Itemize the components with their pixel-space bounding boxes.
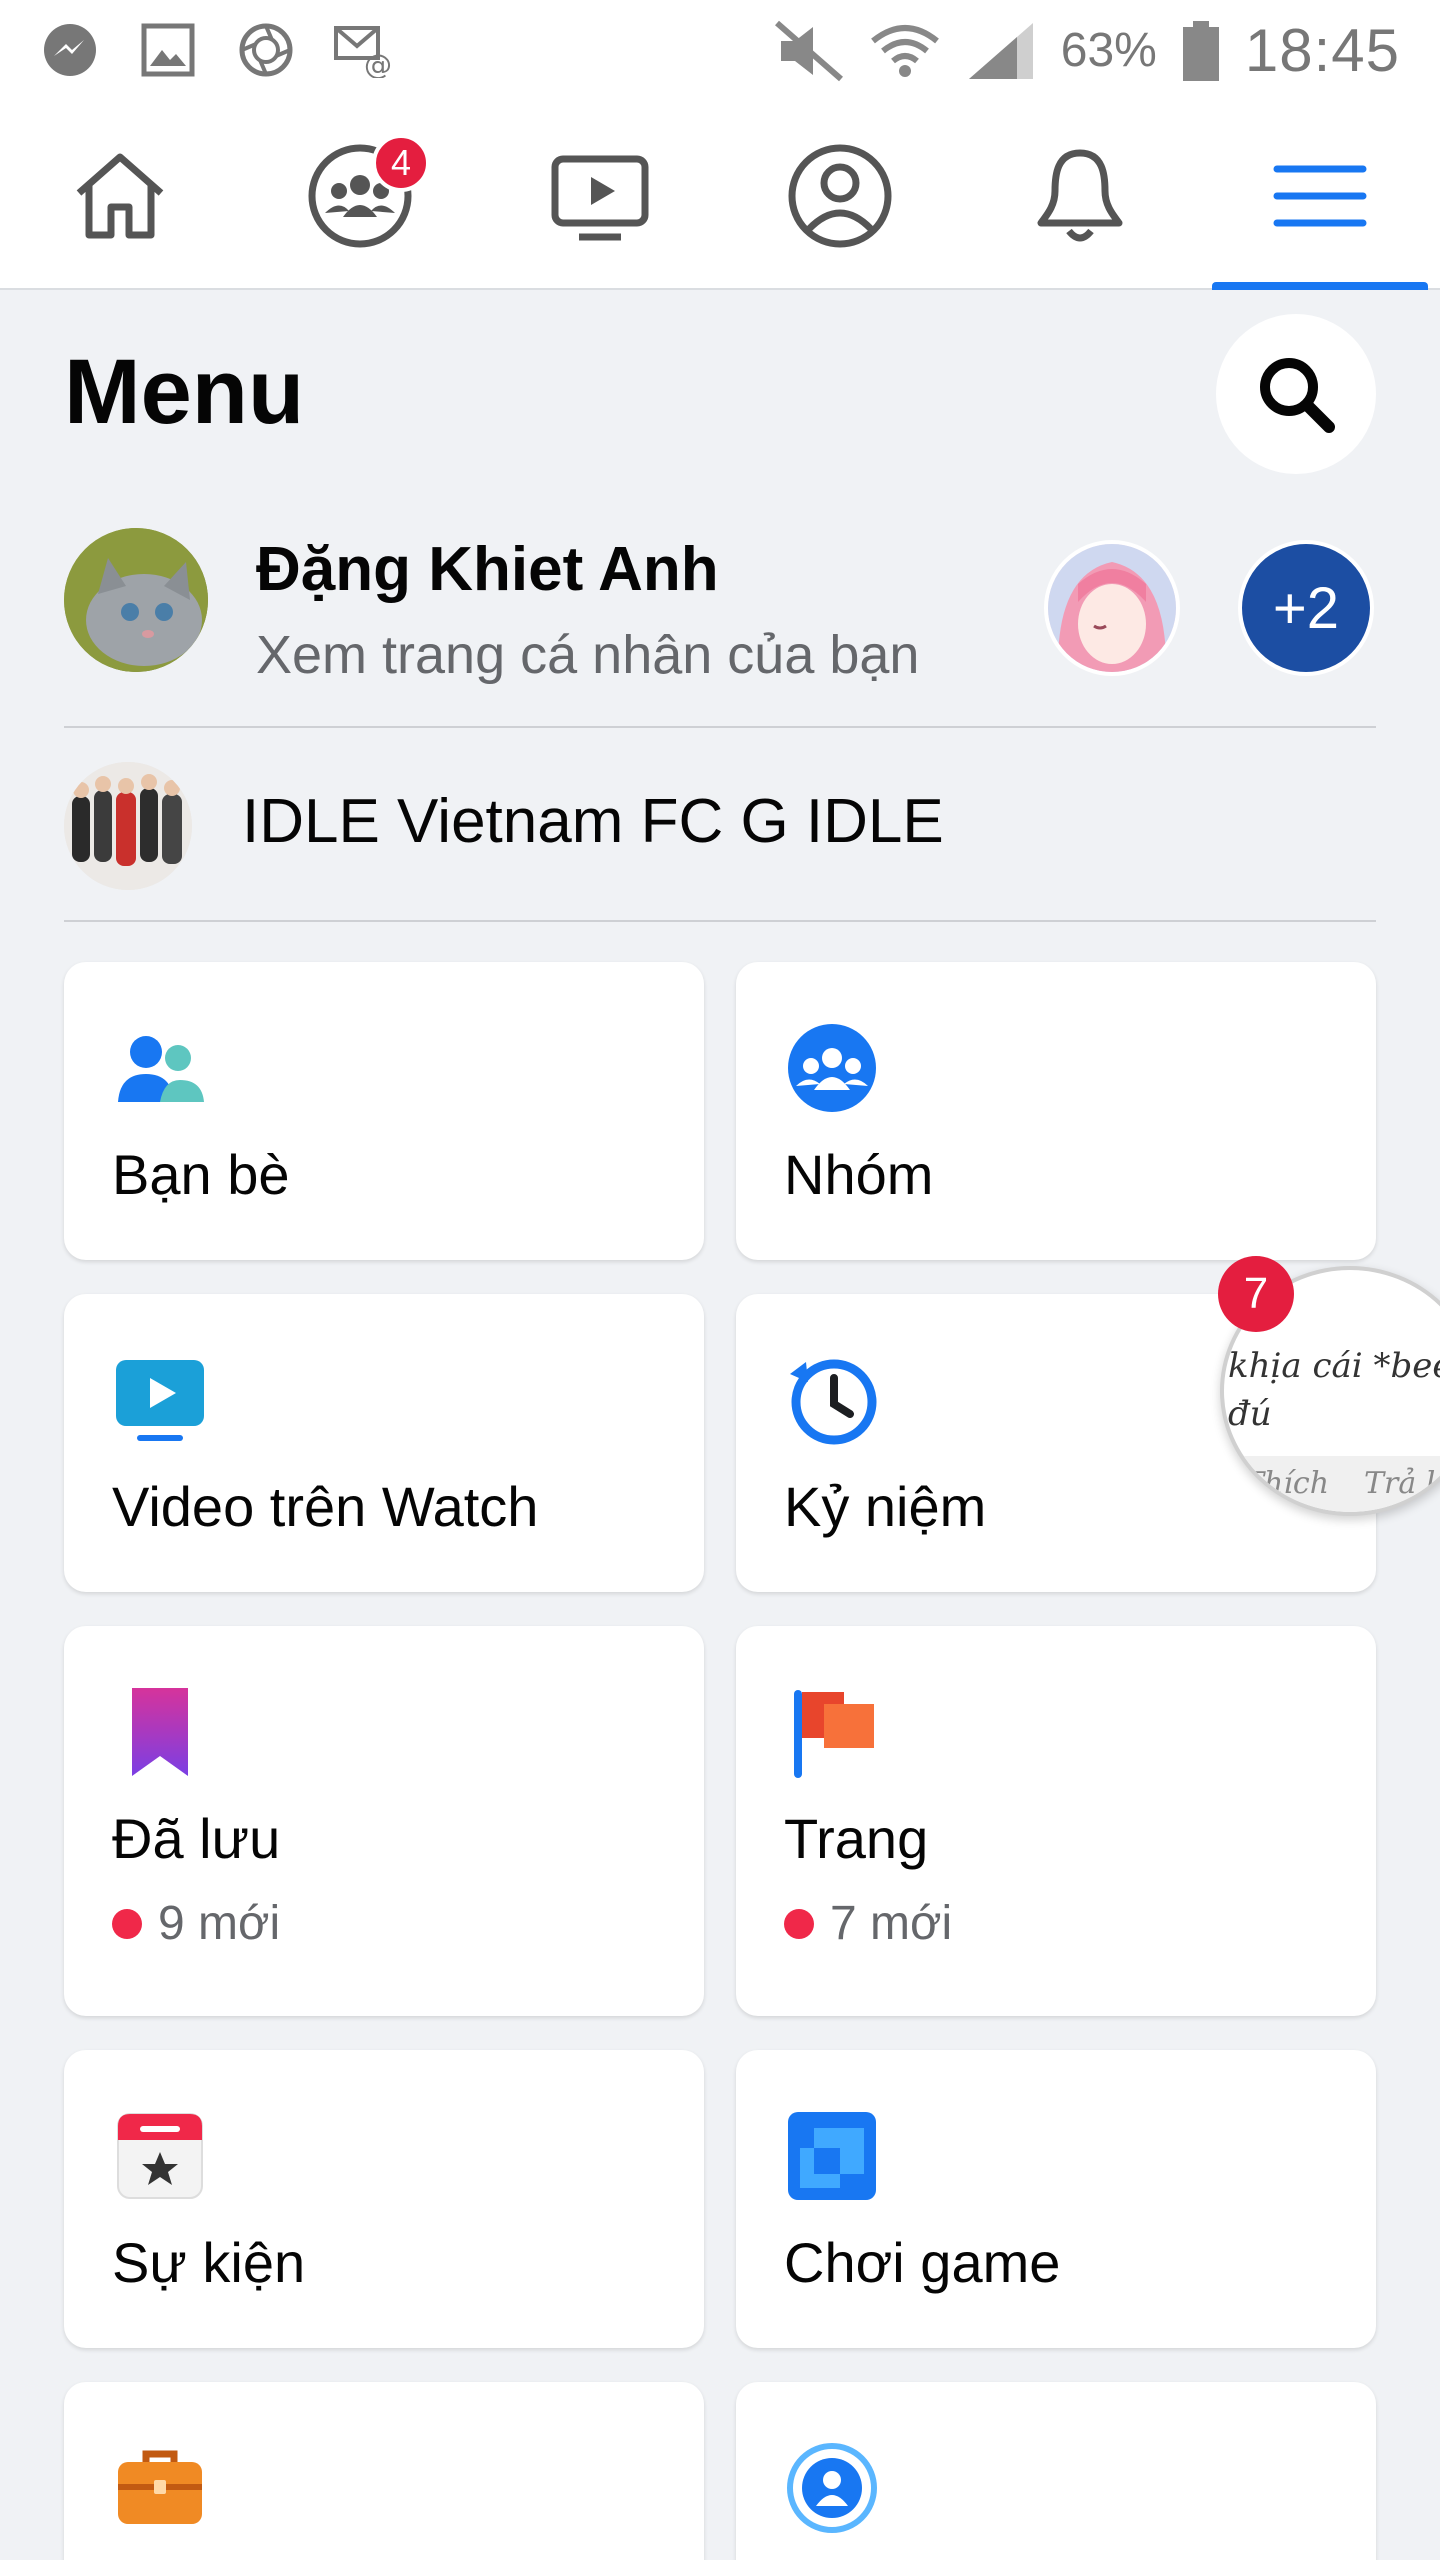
active-tab-indicator: [1212, 282, 1428, 290]
signal-icon: [968, 22, 1033, 79]
tab-menu[interactable]: [1200, 104, 1440, 288]
shortcut-card-nearby[interactable]: [736, 2382, 1376, 2560]
new-count: 9 mới: [158, 1897, 281, 1950]
watch-icon: [551, 155, 649, 241]
friends-icon: [118, 1036, 204, 1102]
profile-icon: [788, 144, 892, 248]
search-icon: [1260, 358, 1335, 433]
pages-flag-icon: [794, 1690, 874, 1778]
wifi-icon: [870, 24, 939, 77]
mute-icon: [774, 20, 843, 81]
watch-video-icon: [116, 1360, 204, 1441]
aperture-icon: [236, 20, 296, 80]
battery-icon: [1182, 20, 1219, 81]
shortcut-card-watch[interactable]: Video trên Watch: [64, 1294, 704, 1592]
saved-icon: [132, 1688, 188, 1776]
email-icon: @: [334, 20, 394, 80]
shortcut-label: Nhóm: [784, 1143, 934, 1206]
new-items-indicator: 9 mới: [112, 1896, 280, 1951]
groups-icon: [788, 1024, 876, 1112]
new-dot: [112, 1908, 142, 1939]
divider: [64, 726, 1376, 728]
shortcut-label: Video trên Watch: [112, 1475, 539, 1538]
shortcut-label: Trang: [784, 1807, 929, 1870]
events-icon: [117, 2113, 203, 2199]
tab-profile[interactable]: [720, 104, 960, 288]
notification-icons: @: [40, 20, 394, 80]
profile-subtitle: Xem trang cá nhân của bạn: [256, 625, 920, 685]
tab-watch[interactable]: [480, 104, 720, 288]
page-avatar: [64, 762, 192, 890]
shortcut-card-pages[interactable]: Trang 7 mới: [736, 1626, 1376, 2016]
shortcut-label: Chơi game: [784, 2231, 1061, 2294]
shortcut-card-saved[interactable]: Đã lưu 9 mới: [64, 1626, 704, 2016]
secondary-account-avatar[interactable]: [1044, 540, 1180, 676]
new-items-indicator: 7 mới: [784, 1896, 952, 1951]
battery-percentage: 63%: [1060, 24, 1157, 77]
clock: 18:45: [1244, 17, 1400, 84]
status-bar: @ 63% 18:45: [0, 0, 1440, 104]
profile-row[interactable]: Đặng Khiet Anh Xem trang cá nhân của bạn…: [64, 528, 1376, 726]
top-navigation: 4: [0, 104, 1440, 290]
chat-preview-actions: Thích Trả lờ: [1224, 1456, 1440, 1512]
shortcut-card-groups[interactable]: Nhóm: [736, 962, 1376, 1260]
shortcut-label: Bạn bè: [112, 1143, 290, 1206]
cat-avatar-image: [64, 528, 208, 672]
page-shortcut-row[interactable]: IDLE Vietnam FC G IDLE: [64, 756, 1376, 896]
tab-notifications[interactable]: [960, 104, 1200, 288]
page-title: Menu: [64, 341, 305, 443]
memories-icon: [790, 1359, 877, 1445]
more-accounts-button[interactable]: +2: [1238, 540, 1374, 676]
chat-head-badge: 7: [1218, 1256, 1294, 1332]
groups-notification-badge: 4: [372, 134, 430, 192]
profile-name: Đặng Khiet Anh: [256, 535, 719, 604]
shortcut-label: Kỷ niệm: [784, 1475, 987, 1538]
new-dot: [784, 1908, 814, 1939]
avatar[interactable]: [64, 528, 208, 672]
chat-preview-line: đú: [1228, 1394, 1272, 1434]
home-icon: [76, 153, 164, 239]
system-status: 63% 18:45: [773, 16, 1400, 85]
anime-avatar-image: [1048, 544, 1176, 672]
group-photo-image: [64, 762, 192, 890]
shortcut-card-friends[interactable]: Bạn bè: [64, 962, 704, 1260]
svg-text:@: @: [364, 48, 392, 78]
jobs-icon: [118, 2450, 202, 2524]
page-name: IDLE Vietnam FC G IDLE: [242, 787, 944, 856]
shortcut-card-jobs[interactable]: [64, 2382, 704, 2560]
new-count: 7 mới: [830, 1897, 953, 1950]
messenger-icon: [40, 20, 100, 80]
like-action: Thích: [1244, 1466, 1330, 1501]
menu-icon: [1273, 165, 1367, 227]
gaming-icon: [788, 2112, 876, 2200]
shortcut-label: Đã lưu: [112, 1807, 281, 1870]
nearby-friends-icon: [787, 2443, 877, 2533]
chat-preview-line: khịa cái *beep: [1228, 1346, 1440, 1386]
search-button[interactable]: [1216, 314, 1376, 474]
shortcut-card-events[interactable]: Sự kiện: [64, 2050, 704, 2348]
reply-action: Trả lờ: [1364, 1466, 1440, 1501]
bell-icon: [1037, 149, 1123, 242]
shortcut-card-gaming[interactable]: Chơi game: [736, 2050, 1376, 2348]
divider: [64, 920, 1376, 922]
tab-home[interactable]: [0, 104, 240, 288]
tab-groups[interactable]: 4: [240, 104, 480, 288]
shortcut-label: Sự kiện: [112, 2231, 306, 2294]
gallery-icon: [138, 20, 198, 80]
